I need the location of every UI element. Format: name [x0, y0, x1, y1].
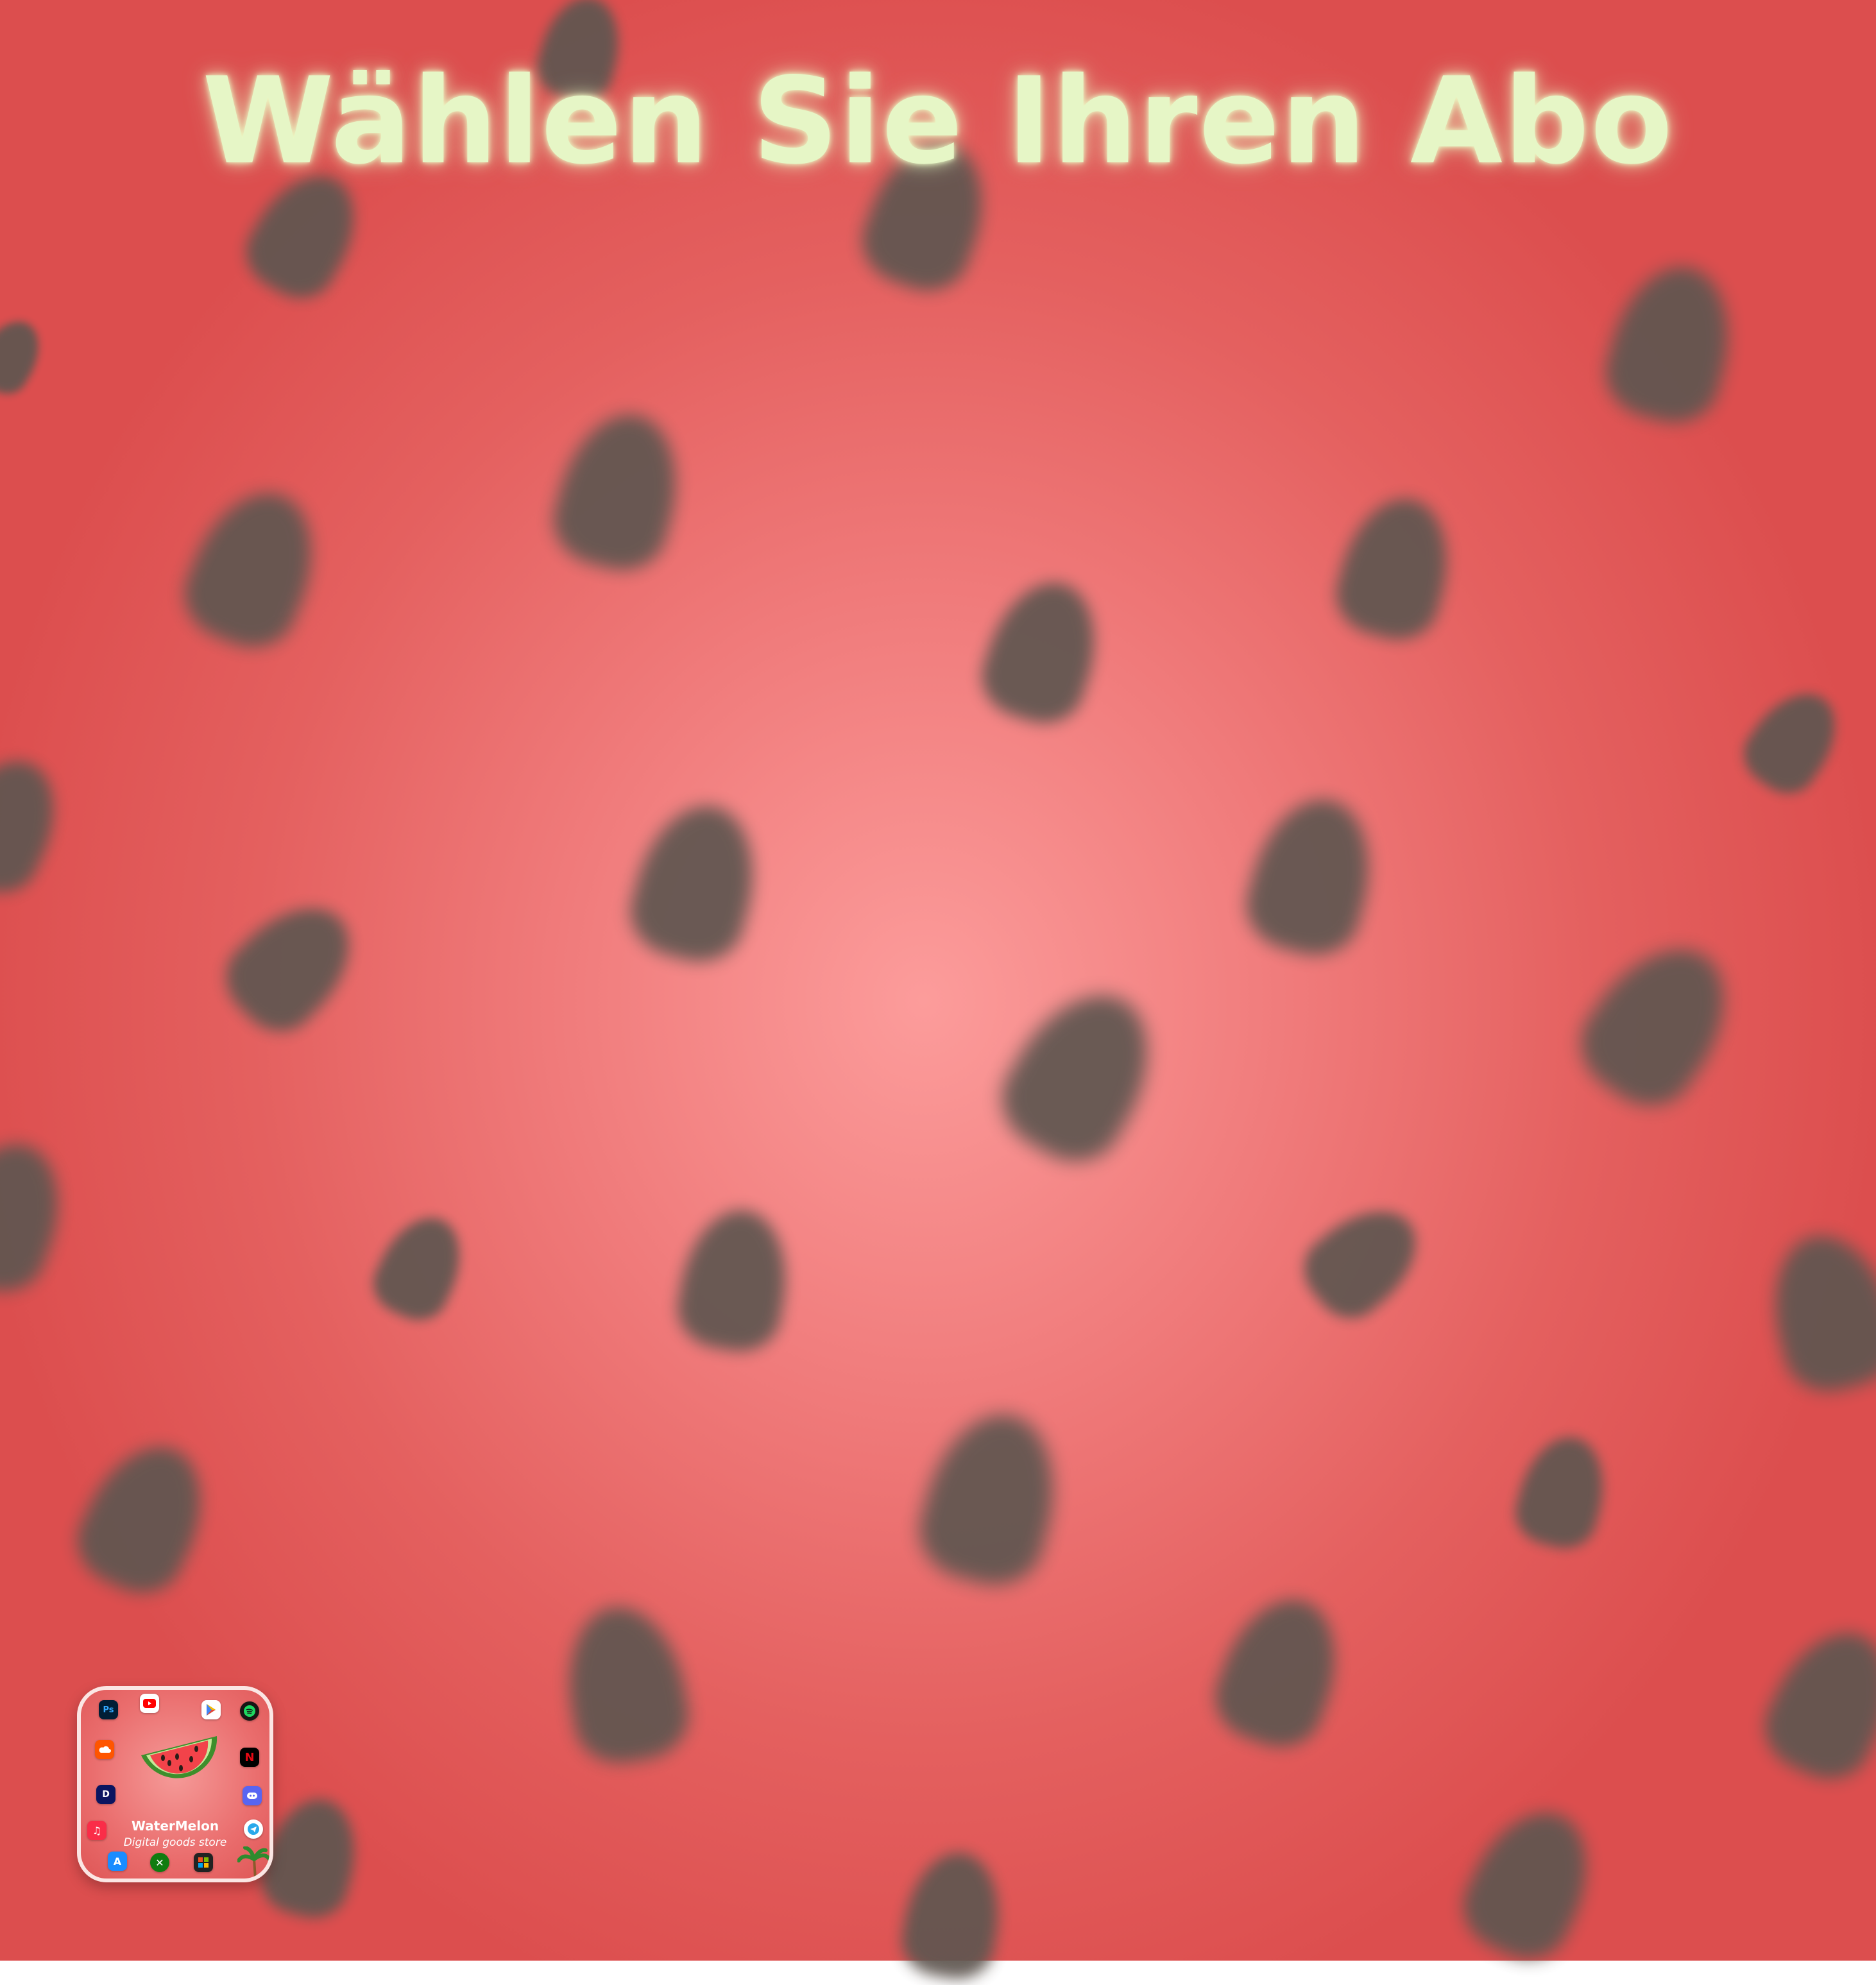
watermelon-store-logo[interactable]: Ps N D ♫ A ✕ WaterMelon Digital goods st… — [77, 1686, 273, 1882]
seed-pattern — [0, 0, 1876, 1985]
seed — [1756, 1222, 1876, 1402]
seed — [0, 743, 76, 906]
seed — [1562, 922, 1755, 1125]
seed — [1449, 1793, 1611, 1973]
seed — [1596, 253, 1747, 433]
seed — [543, 401, 695, 581]
seed — [984, 969, 1178, 1180]
seed — [620, 792, 772, 972]
seed — [64, 1427, 225, 1608]
google-play-icon — [201, 1700, 221, 1719]
seed — [210, 883, 374, 1048]
watermelon-slice-icon — [137, 1730, 221, 1794]
microsoft-icon — [194, 1853, 213, 1872]
disney-plus-icon: D — [96, 1785, 115, 1804]
spotify-icon — [240, 1701, 259, 1721]
seed — [1508, 1427, 1616, 1556]
seed — [1203, 1583, 1357, 1760]
seed — [0, 1127, 80, 1304]
seed — [971, 568, 1114, 734]
page-title: Wählen Sie Ihren Abo — [202, 51, 1674, 191]
seed — [671, 1202, 798, 1358]
seed — [908, 1399, 1074, 1597]
seed — [896, 1845, 1010, 1985]
seed — [556, 1597, 695, 1771]
seed — [1236, 786, 1388, 966]
seed — [1751, 1613, 1876, 1794]
seed — [1290, 1189, 1437, 1333]
seed — [1732, 676, 1854, 806]
brand-tagline: Digital goods store — [123, 1836, 227, 1849]
seed — [1327, 486, 1464, 649]
discord-icon — [243, 1786, 262, 1805]
soundcloud-icon — [95, 1740, 114, 1759]
seed — [0, 310, 52, 402]
palm-tree-icon — [237, 1846, 269, 1879]
seed — [364, 1204, 477, 1331]
netflix-icon: N — [240, 1748, 259, 1767]
xbox-icon: ✕ — [150, 1853, 169, 1872]
app-store-icon: A — [108, 1852, 127, 1871]
photoshop-icon: Ps — [99, 1700, 118, 1719]
seed — [171, 474, 336, 661]
youtube-icon — [140, 1694, 159, 1713]
brand-name: WaterMelon — [131, 1818, 219, 1834]
